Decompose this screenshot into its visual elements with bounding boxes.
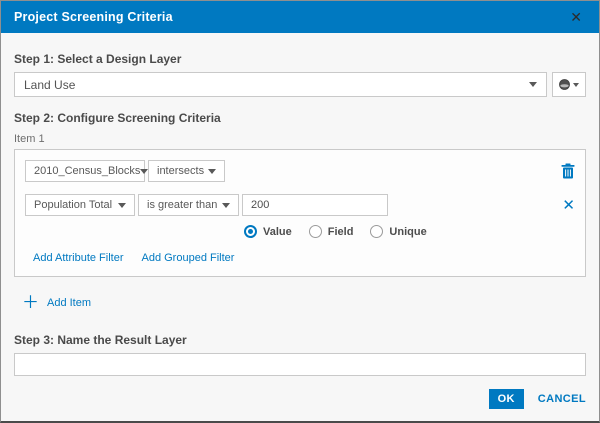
cancel-button[interactable]: CANCEL [538, 393, 586, 405]
plus-icon: ＋ [22, 293, 39, 312]
result-layer-name-input[interactable] [14, 353, 586, 376]
radio-value-circle[interactable] [244, 225, 257, 238]
chevron-down-icon [208, 168, 216, 174]
layer-options-button[interactable] [552, 72, 586, 97]
ok-button[interactable]: OK [488, 389, 524, 409]
delete-item-button[interactable] [561, 163, 575, 179]
radio-unique-label: Unique [389, 225, 427, 238]
dialog-footer: OK CANCEL [488, 389, 586, 409]
design-layer-select[interactable]: Land Use [14, 72, 547, 97]
radio-field-circle[interactable] [308, 225, 322, 238]
add-item-button[interactable]: ＋ Add Item [14, 294, 586, 311]
attribute-field-select[interactable]: Population Total [25, 194, 135, 216]
attribute-operator-select[interactable]: is greater than [138, 194, 239, 216]
attribute-filter-row: Population Total is greater than ✕ [25, 194, 575, 216]
attribute-field-value: Population Total [34, 199, 113, 211]
radio-field[interactable]: Field [308, 225, 354, 238]
screening-item-box: 2010_Census_Blocks intersects Population… [14, 149, 586, 277]
step3-label: Step 3: Name the Result Layer [14, 333, 187, 347]
chevron-down-icon [573, 82, 579, 87]
radio-value-label: Value [263, 225, 292, 238]
step1-label: Step 1: Select a Design Layer [14, 52, 182, 66]
add-attribute-filter-link[interactable]: Add Attribute Filter [33, 252, 124, 264]
spatial-operator-select[interactable]: intersects [148, 160, 225, 182]
spatial-operator-value: intersects [157, 165, 205, 177]
value-type-radio-row: Value Field Unique [244, 225, 575, 238]
project-screening-criteria-dialog: Project Screening Criteria ✕ Step 1: Sel… [0, 0, 600, 423]
remove-filter-button[interactable]: ✕ [562, 198, 575, 213]
design-layer-value: Land Use [24, 77, 76, 92]
item-1-label: Item 1 [14, 133, 45, 145]
add-item-label: Add Item [47, 296, 92, 309]
trash-icon [561, 163, 575, 179]
dialog-title: Project Screening Criteria [14, 10, 173, 24]
filter-layer-value: 2010_Census_Blocks [34, 165, 141, 177]
add-grouped-filter-link[interactable]: Add Grouped Filter [142, 252, 235, 264]
filter-links-row: Add Attribute Filter Add Grouped Filter [25, 252, 575, 264]
radio-unique[interactable]: Unique [370, 225, 427, 238]
dialog-content: Step 1: Select a Design Layer Land Use S… [1, 52, 599, 376]
radio-unique-circle[interactable] [370, 225, 384, 238]
close-icon[interactable]: ✕ [566, 8, 586, 26]
attribute-operator-value: is greater than [147, 199, 218, 211]
attribute-value-input[interactable] [242, 194, 388, 216]
chevron-down-icon [529, 82, 537, 87]
radio-value[interactable]: Value [244, 225, 292, 238]
chevron-down-icon [222, 202, 230, 208]
step2-label: Step 2: Configure Screening Criteria [14, 111, 221, 125]
design-layer-row: Land Use [14, 72, 586, 97]
chevron-down-icon [118, 202, 126, 208]
dialog-header: Project Screening Criteria ✕ [1, 1, 599, 33]
layers-globe-icon [559, 79, 570, 90]
layer-filter-row: 2010_Census_Blocks intersects [25, 160, 575, 182]
filter-layer-select[interactable]: 2010_Census_Blocks [25, 160, 149, 182]
radio-field-label: Field [327, 225, 354, 238]
remove-x-icon: ✕ [562, 196, 575, 214]
